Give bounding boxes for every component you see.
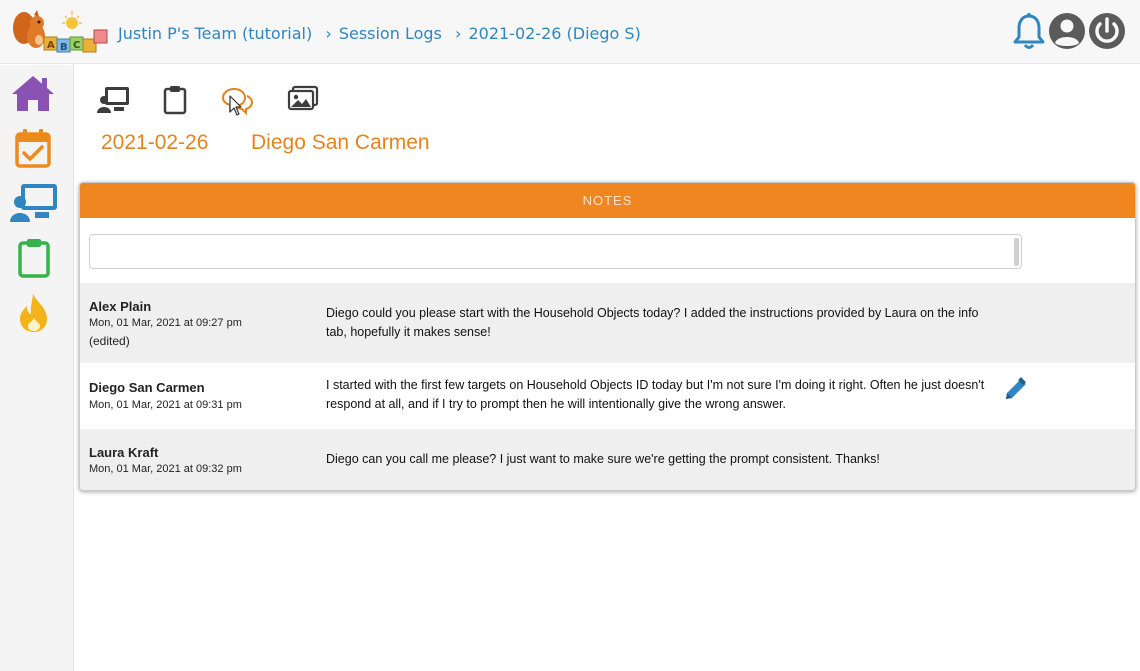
- sidebar-item-fire[interactable]: [17, 292, 51, 339]
- presenter-icon: [10, 184, 57, 222]
- presenter-icon: [97, 87, 129, 113]
- sidebar-item-home[interactable]: [10, 73, 56, 118]
- fire-icon: [20, 293, 47, 332]
- svg-text:B: B: [60, 42, 68, 53]
- breadcrumb: Justin P's Team (tutorial) › Session Log…: [118, 24, 641, 43]
- note-row: Laura Kraft Mon, 01 Mar, 2021 at 09:32 p…: [80, 429, 1135, 490]
- note-input-scrollbar[interactable]: [1014, 238, 1019, 266]
- note-row: Diego San Carmen Mon, 01 Mar, 2021 at 09…: [80, 363, 1135, 429]
- edit-note-button[interactable]: [1002, 375, 1030, 408]
- sidebar-item-sessions[interactable]: [9, 182, 59, 229]
- tab-clipboard[interactable]: [163, 85, 187, 120]
- breadcrumb-team-link[interactable]: Justin P's Team (tutorial): [118, 24, 312, 43]
- sidebar-item-clipboard[interactable]: [17, 238, 51, 283]
- note-timestamp: Mon, 01 Mar, 2021 at 09:27 pm: [89, 317, 242, 329]
- note-timestamp: Mon, 01 Mar, 2021 at 09:32 pm: [89, 463, 242, 475]
- breadcrumb-separator: ›: [325, 24, 332, 43]
- pencil-icon: [1006, 377, 1026, 399]
- comments-icon: [221, 87, 254, 116]
- note-author: Diego San Carmen: [89, 380, 205, 395]
- svg-text:C: C: [73, 40, 80, 51]
- note-timestamp: Mon, 01 Mar, 2021 at 09:31 pm: [89, 399, 242, 411]
- tab-images[interactable]: [287, 85, 319, 118]
- breadcrumb-current-session[interactable]: 2021-02-26 (Diego S): [468, 24, 640, 43]
- notes-panel: NOTES Alex Plain Mon, 01 Mar, 2021 at 09…: [79, 182, 1136, 491]
- session-client-name: Diego San Carmen: [251, 131, 430, 154]
- notes-header: NOTES: [80, 183, 1135, 218]
- bell-icon[interactable]: [1011, 12, 1047, 57]
- note-row: Alex Plain Mon, 01 Mar, 2021 at 09:27 pm…: [80, 283, 1135, 363]
- svg-text:A: A: [47, 40, 55, 51]
- session-date: 2021-02-26: [101, 131, 209, 154]
- sidebar-item-calendar[interactable]: [14, 128, 52, 173]
- home-icon: [12, 76, 54, 111]
- breadcrumb-session-logs-link[interactable]: Session Logs: [339, 24, 442, 43]
- tab-comments[interactable]: [220, 85, 254, 122]
- tab-presenter[interactable]: [96, 85, 130, 120]
- calendar-check-icon: [15, 129, 51, 168]
- note-author: Alex Plain: [89, 299, 152, 314]
- note-text: I started with the first few targets on …: [326, 378, 985, 411]
- note-text: Diego could you please start with the Ho…: [326, 306, 979, 339]
- note-author: Laura Kraft: [89, 445, 159, 460]
- app-logo[interactable]: A B C: [10, 6, 112, 56]
- sidebar: [0, 65, 74, 671]
- breadcrumb-separator: ›: [454, 24, 462, 43]
- top-bar: A B C Justin P's Team (tutorial) › Sessi…: [0, 0, 1140, 64]
- images-icon: [287, 85, 319, 111]
- note-edited-flag: (edited): [89, 334, 130, 348]
- note-text: Diego can you call me please? I just wan…: [326, 452, 880, 466]
- user-icon[interactable]: [1048, 12, 1086, 55]
- clipboard-icon: [18, 239, 50, 278]
- note-input[interactable]: [89, 234, 1022, 269]
- clipboard-icon: [163, 86, 187, 115]
- power-icon[interactable]: [1088, 12, 1126, 55]
